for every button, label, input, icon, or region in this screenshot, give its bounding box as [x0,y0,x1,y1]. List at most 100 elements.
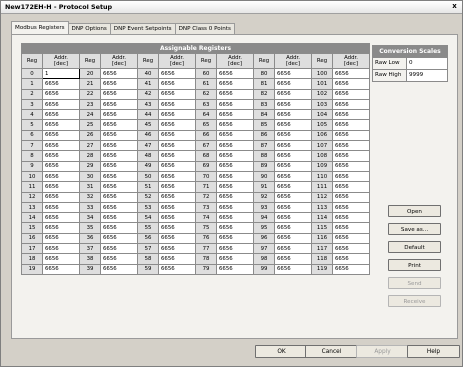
register-address-input[interactable]: 6656 [274,191,312,203]
default-button[interactable]: Default [388,241,441,253]
register-address-input[interactable]: 6656 [216,88,254,100]
register-address-input[interactable]: 6656 [216,243,254,255]
register-address-input[interactable]: 6656 [100,129,138,142]
register-address-input[interactable]: 6656 [100,88,138,100]
register-address-input[interactable]: 6656 [100,181,138,193]
register-address-input[interactable]: 6656 [274,88,312,100]
register-address-input[interactable]: 6656 [100,212,138,224]
register-address-input[interactable]: 6656 [332,181,370,193]
register-address-input[interactable]: 6656 [332,191,370,203]
register-address-input[interactable]: 6656 [274,150,312,162]
register-address-input[interactable]: 6656 [42,140,80,152]
register-address-input[interactable]: 6656 [42,243,80,255]
register-address-input[interactable]: 6656 [42,150,80,162]
register-address-input[interactable]: 1 [42,67,80,80]
register-address-input[interactable]: 6656 [274,109,312,121]
register-address-input[interactable]: 6656 [216,78,254,90]
register-address-input[interactable]: 6656 [158,253,196,265]
register-address-input[interactable]: 6656 [216,170,254,183]
register-address-input[interactable]: 6656 [332,263,370,275]
register-address-input[interactable]: 6656 [42,212,80,224]
register-address-input[interactable]: 6656 [158,263,196,275]
register-address-input[interactable]: 6656 [216,191,254,203]
open-button[interactable]: Open [388,205,441,217]
register-address-input[interactable]: 6656 [216,109,254,121]
register-address-input[interactable]: 6656 [158,170,196,183]
register-address-input[interactable]: 6656 [216,98,254,111]
register-address-input[interactable]: 6656 [274,129,312,142]
register-address-input[interactable]: 6656 [274,160,312,172]
register-address-input[interactable]: 6656 [332,140,370,152]
register-address-input[interactable]: 6656 [216,263,254,275]
register-address-input[interactable]: 6656 [100,140,138,152]
register-address-input[interactable]: 6656 [216,222,254,234]
register-address-input[interactable]: 6656 [42,129,80,142]
register-address-input[interactable]: 6656 [216,150,254,162]
register-address-input[interactable]: 6656 [42,201,80,214]
register-address-input[interactable]: 6656 [332,253,370,265]
register-address-input[interactable]: 6656 [158,119,196,131]
register-address-input[interactable]: 6656 [100,170,138,183]
save-as-button[interactable]: Save as... [388,223,441,235]
register-address-input[interactable]: 6656 [158,222,196,234]
register-address-input[interactable]: 6656 [42,222,80,234]
register-address-input[interactable]: 6656 [216,160,254,172]
register-address-input[interactable]: 6656 [274,212,312,224]
register-address-input[interactable]: 6656 [274,263,312,275]
register-address-input[interactable]: 6656 [158,160,196,172]
print-button[interactable]: Print [388,259,441,271]
raw-low-input[interactable]: 0 [407,58,447,69]
register-address-input[interactable]: 6656 [42,109,80,121]
register-address-input[interactable]: 6656 [42,232,80,245]
register-address-input[interactable]: 6656 [42,253,80,265]
register-address-input[interactable]: 6656 [100,119,138,131]
register-address-input[interactable]: 6656 [332,119,370,131]
register-address-input[interactable]: 6656 [100,232,138,245]
register-address-input[interactable]: 6656 [274,78,312,90]
apply-button[interactable]: Apply [356,345,409,358]
register-address-input[interactable]: 6656 [274,170,312,183]
register-address-input[interactable]: 6656 [332,170,370,183]
register-address-input[interactable]: 6656 [274,222,312,234]
register-address-input[interactable]: 6656 [100,201,138,214]
register-address-input[interactable]: 6656 [42,88,80,100]
ok-button[interactable]: OK [255,345,308,358]
tab-dnp-options[interactable]: DNP Options [67,23,111,34]
register-address-input[interactable]: 6656 [100,98,138,111]
register-address-input[interactable]: 6656 [332,88,370,100]
register-address-input[interactable]: 6656 [100,67,138,80]
register-address-input[interactable]: 6656 [274,232,312,245]
register-address-input[interactable]: 6656 [274,67,312,80]
register-address-input[interactable]: 6656 [332,129,370,142]
cancel-button[interactable]: Cancel [305,345,358,358]
tab-modbus-registers[interactable]: Modbus Registers [11,21,69,34]
register-address-input[interactable]: 6656 [332,243,370,255]
register-address-input[interactable]: 6656 [42,181,80,193]
register-address-input[interactable]: 6656 [42,191,80,203]
register-address-input[interactable]: 6656 [158,67,196,80]
register-address-input[interactable]: 6656 [100,160,138,172]
register-address-input[interactable]: 6656 [274,181,312,193]
register-address-input[interactable]: 6656 [158,98,196,111]
register-address-input[interactable]: 6656 [332,160,370,172]
register-address-input[interactable]: 6656 [274,98,312,111]
register-address-input[interactable]: 6656 [274,243,312,255]
register-address-input[interactable]: 6656 [158,109,196,121]
register-address-input[interactable]: 6656 [158,88,196,100]
register-address-input[interactable]: 6656 [42,78,80,90]
register-address-input[interactable]: 6656 [216,212,254,224]
register-address-input[interactable]: 6656 [216,129,254,142]
register-address-input[interactable]: 6656 [42,170,80,183]
register-address-input[interactable]: 6656 [42,119,80,131]
register-address-input[interactable]: 6656 [332,232,370,245]
register-address-input[interactable]: 6656 [42,263,80,275]
register-address-input[interactable]: 6656 [216,201,254,214]
register-address-input[interactable]: 6656 [332,150,370,162]
register-address-input[interactable]: 6656 [158,232,196,245]
close-icon[interactable]: x [450,2,459,11]
register-address-input[interactable]: 6656 [216,140,254,152]
register-address-input[interactable]: 6656 [216,181,254,193]
register-address-input[interactable]: 6656 [332,98,370,111]
register-address-input[interactable]: 6656 [158,140,196,152]
register-address-input[interactable]: 6656 [100,109,138,121]
